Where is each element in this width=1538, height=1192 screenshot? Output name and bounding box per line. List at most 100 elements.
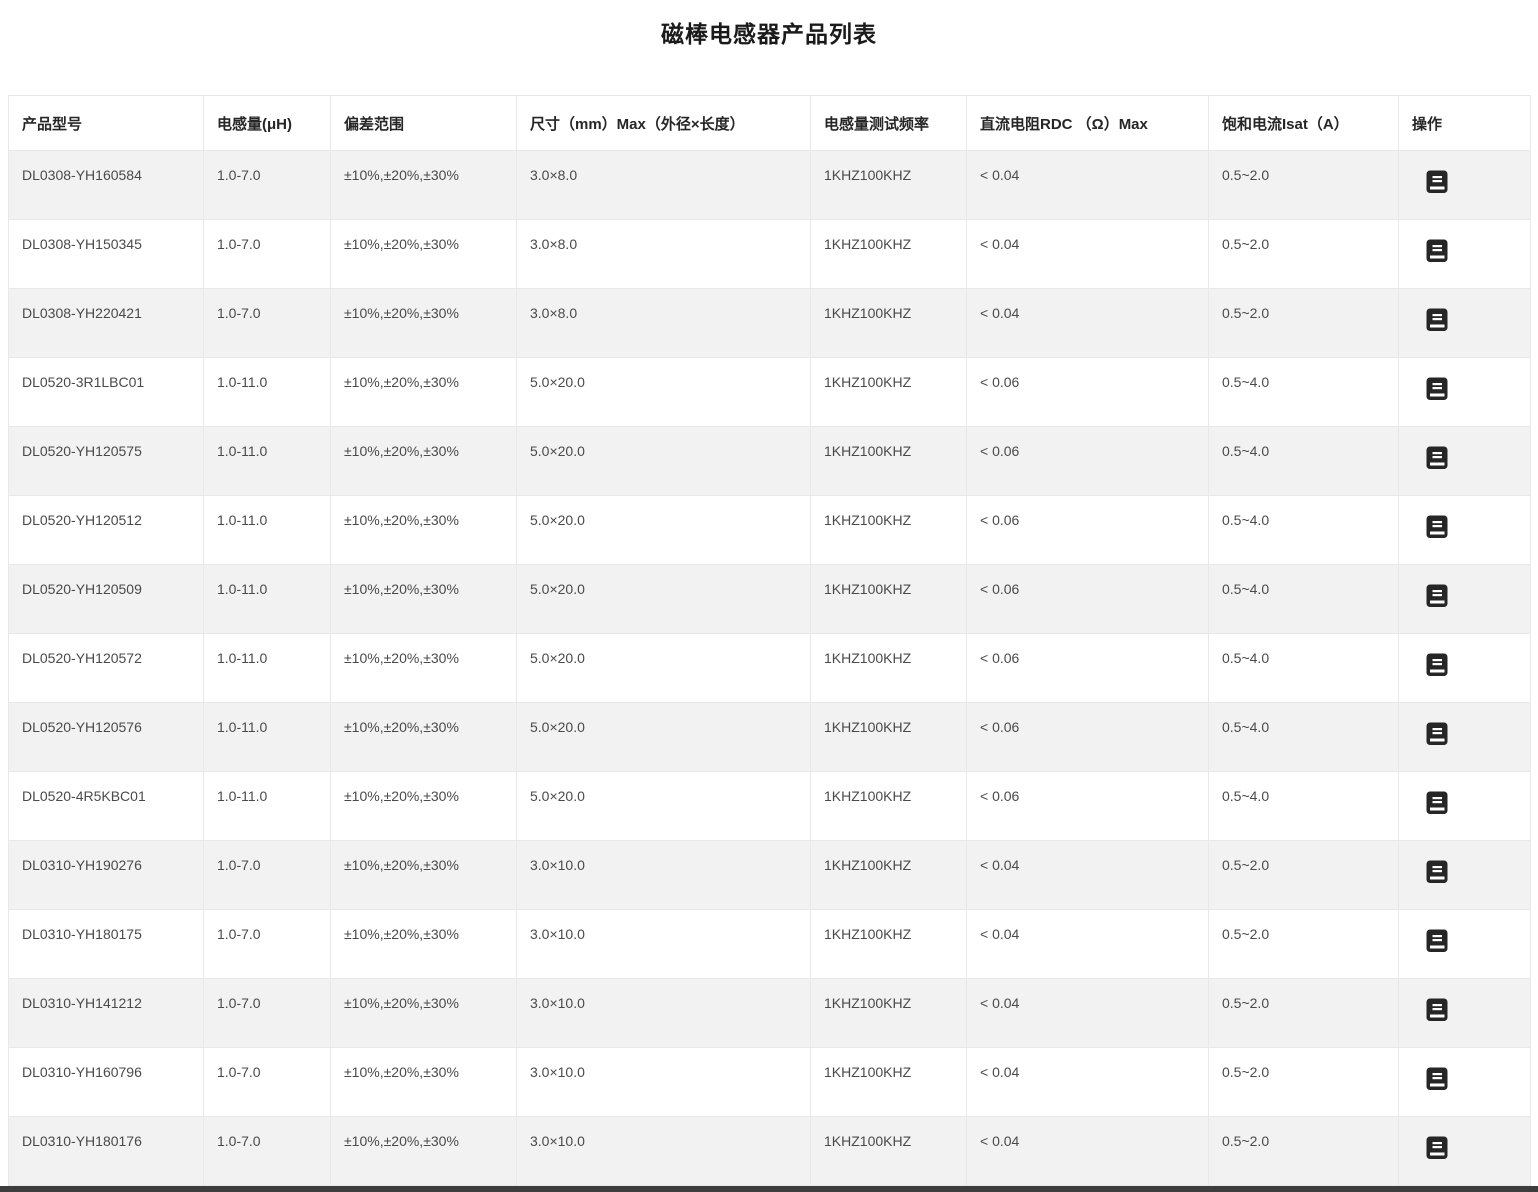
- cell-action: [1399, 565, 1531, 634]
- cell-product-model: DL0310-YH141212: [9, 979, 204, 1048]
- table-row: DL0310-YH160796 1.0-7.0 ±10%,±20%,±30% 3…: [9, 1048, 1531, 1117]
- cell-action: [1399, 358, 1531, 427]
- cell-rdc: < 0.06: [967, 565, 1209, 634]
- cell-tolerance: ±10%,±20%,±30%: [331, 358, 517, 427]
- cell-test-frequency: 1KHZ100KHZ: [811, 358, 967, 427]
- cell-inductance: 1.0-7.0: [204, 1048, 331, 1117]
- cell-product-model: DL0310-YH180176: [9, 1117, 204, 1186]
- view-datasheet-button[interactable]: [1426, 445, 1448, 470]
- cell-tolerance: ±10%,±20%,±30%: [331, 634, 517, 703]
- document-icon: [1426, 721, 1448, 746]
- document-icon: [1426, 169, 1448, 194]
- view-datasheet-button[interactable]: [1426, 514, 1448, 539]
- cell-size: 3.0×10.0: [517, 1117, 811, 1186]
- cell-inductance: 1.0-7.0: [204, 151, 331, 220]
- view-datasheet-button[interactable]: [1426, 169, 1448, 194]
- view-datasheet-button[interactable]: [1426, 1135, 1448, 1160]
- cell-product-model: DL0520-YH120575: [9, 427, 204, 496]
- cell-product-model: DL0520-3R1LBC01: [9, 358, 204, 427]
- view-datasheet-button[interactable]: [1426, 376, 1448, 401]
- view-datasheet-button[interactable]: [1426, 790, 1448, 815]
- document-icon: [1426, 652, 1448, 677]
- cell-isat: 0.5~4.0: [1209, 565, 1399, 634]
- cell-size: 3.0×10.0: [517, 1048, 811, 1117]
- cell-size: 5.0×20.0: [517, 496, 811, 565]
- cell-inductance: 1.0-7.0: [204, 220, 331, 289]
- document-icon: [1426, 376, 1448, 401]
- cell-isat: 0.5~4.0: [1209, 772, 1399, 841]
- document-icon: [1426, 238, 1448, 263]
- cell-test-frequency: 1KHZ100KHZ: [811, 427, 967, 496]
- table-row: DL0520-3R1LBC01 1.0-11.0 ±10%,±20%,±30% …: [9, 358, 1531, 427]
- cell-rdc: < 0.04: [967, 1048, 1209, 1117]
- cell-tolerance: ±10%,±20%,±30%: [331, 220, 517, 289]
- cell-test-frequency: 1KHZ100KHZ: [811, 496, 967, 565]
- table-row: DL0520-YH120512 1.0-11.0 ±10%,±20%,±30% …: [9, 496, 1531, 565]
- cell-product-model: DL0520-YH120509: [9, 565, 204, 634]
- cell-size: 3.0×10.0: [517, 910, 811, 979]
- table-row: DL0308-YH160584 1.0-7.0 ±10%,±20%,±30% 3…: [9, 151, 1531, 220]
- cell-inductance: 1.0-7.0: [204, 1117, 331, 1186]
- cell-tolerance: ±10%,±20%,±30%: [331, 289, 517, 358]
- cell-tolerance: ±10%,±20%,±30%: [331, 151, 517, 220]
- column-header-isat: 饱和电流Isat（A）: [1209, 96, 1399, 151]
- cell-size: 3.0×8.0: [517, 220, 811, 289]
- cell-size: 5.0×20.0: [517, 358, 811, 427]
- cell-tolerance: ±10%,±20%,±30%: [331, 1117, 517, 1186]
- table-row: DL0310-YH190276 1.0-7.0 ±10%,±20%,±30% 3…: [9, 841, 1531, 910]
- cell-tolerance: ±10%,±20%,±30%: [331, 565, 517, 634]
- cell-isat: 0.5~2.0: [1209, 289, 1399, 358]
- cell-tolerance: ±10%,±20%,±30%: [331, 910, 517, 979]
- view-datasheet-button[interactable]: [1426, 997, 1448, 1022]
- cell-size: 3.0×8.0: [517, 289, 811, 358]
- cell-rdc: < 0.04: [967, 1117, 1209, 1186]
- cell-isat: 0.5~2.0: [1209, 220, 1399, 289]
- cell-test-frequency: 1KHZ100KHZ: [811, 979, 967, 1048]
- view-datasheet-button[interactable]: [1426, 1066, 1448, 1091]
- cell-inductance: 1.0-11.0: [204, 703, 331, 772]
- document-icon: [1426, 997, 1448, 1022]
- view-datasheet-button[interactable]: [1426, 307, 1448, 332]
- cell-action: [1399, 427, 1531, 496]
- cell-test-frequency: 1KHZ100KHZ: [811, 772, 967, 841]
- table-row: DL0308-YH150345 1.0-7.0 ±10%,±20%,±30% 3…: [9, 220, 1531, 289]
- document-icon: [1426, 790, 1448, 815]
- document-icon: [1426, 1066, 1448, 1091]
- table-row: DL0520-YH120572 1.0-11.0 ±10%,±20%,±30% …: [9, 634, 1531, 703]
- column-header-action: 操作: [1399, 96, 1531, 151]
- column-header-tolerance: 偏差范围: [331, 96, 517, 151]
- cell-isat: 0.5~2.0: [1209, 910, 1399, 979]
- page-title: 磁棒电感器产品列表: [0, 20, 1538, 48]
- cell-rdc: < 0.04: [967, 841, 1209, 910]
- column-header-size: 尺寸（mm）Max（外径×长度）: [517, 96, 811, 151]
- view-datasheet-button[interactable]: [1426, 238, 1448, 263]
- cell-action: [1399, 220, 1531, 289]
- cell-test-frequency: 1KHZ100KHZ: [811, 151, 967, 220]
- view-datasheet-button[interactable]: [1426, 859, 1448, 884]
- cell-product-model: DL0308-YH150345: [9, 220, 204, 289]
- view-datasheet-button[interactable]: [1426, 652, 1448, 677]
- view-datasheet-button[interactable]: [1426, 928, 1448, 953]
- cell-rdc: < 0.06: [967, 496, 1209, 565]
- cell-rdc: < 0.06: [967, 703, 1209, 772]
- cell-product-model: DL0520-YH120572: [9, 634, 204, 703]
- cell-rdc: < 0.04: [967, 151, 1209, 220]
- cell-product-model: DL0520-4R5KBC01: [9, 772, 204, 841]
- cell-rdc: < 0.06: [967, 358, 1209, 427]
- cell-size: 5.0×20.0: [517, 634, 811, 703]
- view-datasheet-button[interactable]: [1426, 721, 1448, 746]
- cell-product-model: DL0520-YH120512: [9, 496, 204, 565]
- cell-isat: 0.5~2.0: [1209, 1048, 1399, 1117]
- cell-inductance: 1.0-11.0: [204, 772, 331, 841]
- cell-action: [1399, 1048, 1531, 1117]
- column-header-test-frequency: 电感量测试频率: [811, 96, 967, 151]
- cell-isat: 0.5~4.0: [1209, 358, 1399, 427]
- cell-inductance: 1.0-7.0: [204, 910, 331, 979]
- view-datasheet-button[interactable]: [1426, 583, 1448, 608]
- cell-rdc: < 0.06: [967, 772, 1209, 841]
- product-table: 产品型号 电感量(μH) 偏差范围 尺寸（mm）Max（外径×长度） 电感量测试…: [8, 95, 1531, 1186]
- table-row: DL0310-YH141212 1.0-7.0 ±10%,±20%,±30% 3…: [9, 979, 1531, 1048]
- cell-product-model: DL0310-YH190276: [9, 841, 204, 910]
- cell-test-frequency: 1KHZ100KHZ: [811, 1048, 967, 1117]
- cell-tolerance: ±10%,±20%,±30%: [331, 841, 517, 910]
